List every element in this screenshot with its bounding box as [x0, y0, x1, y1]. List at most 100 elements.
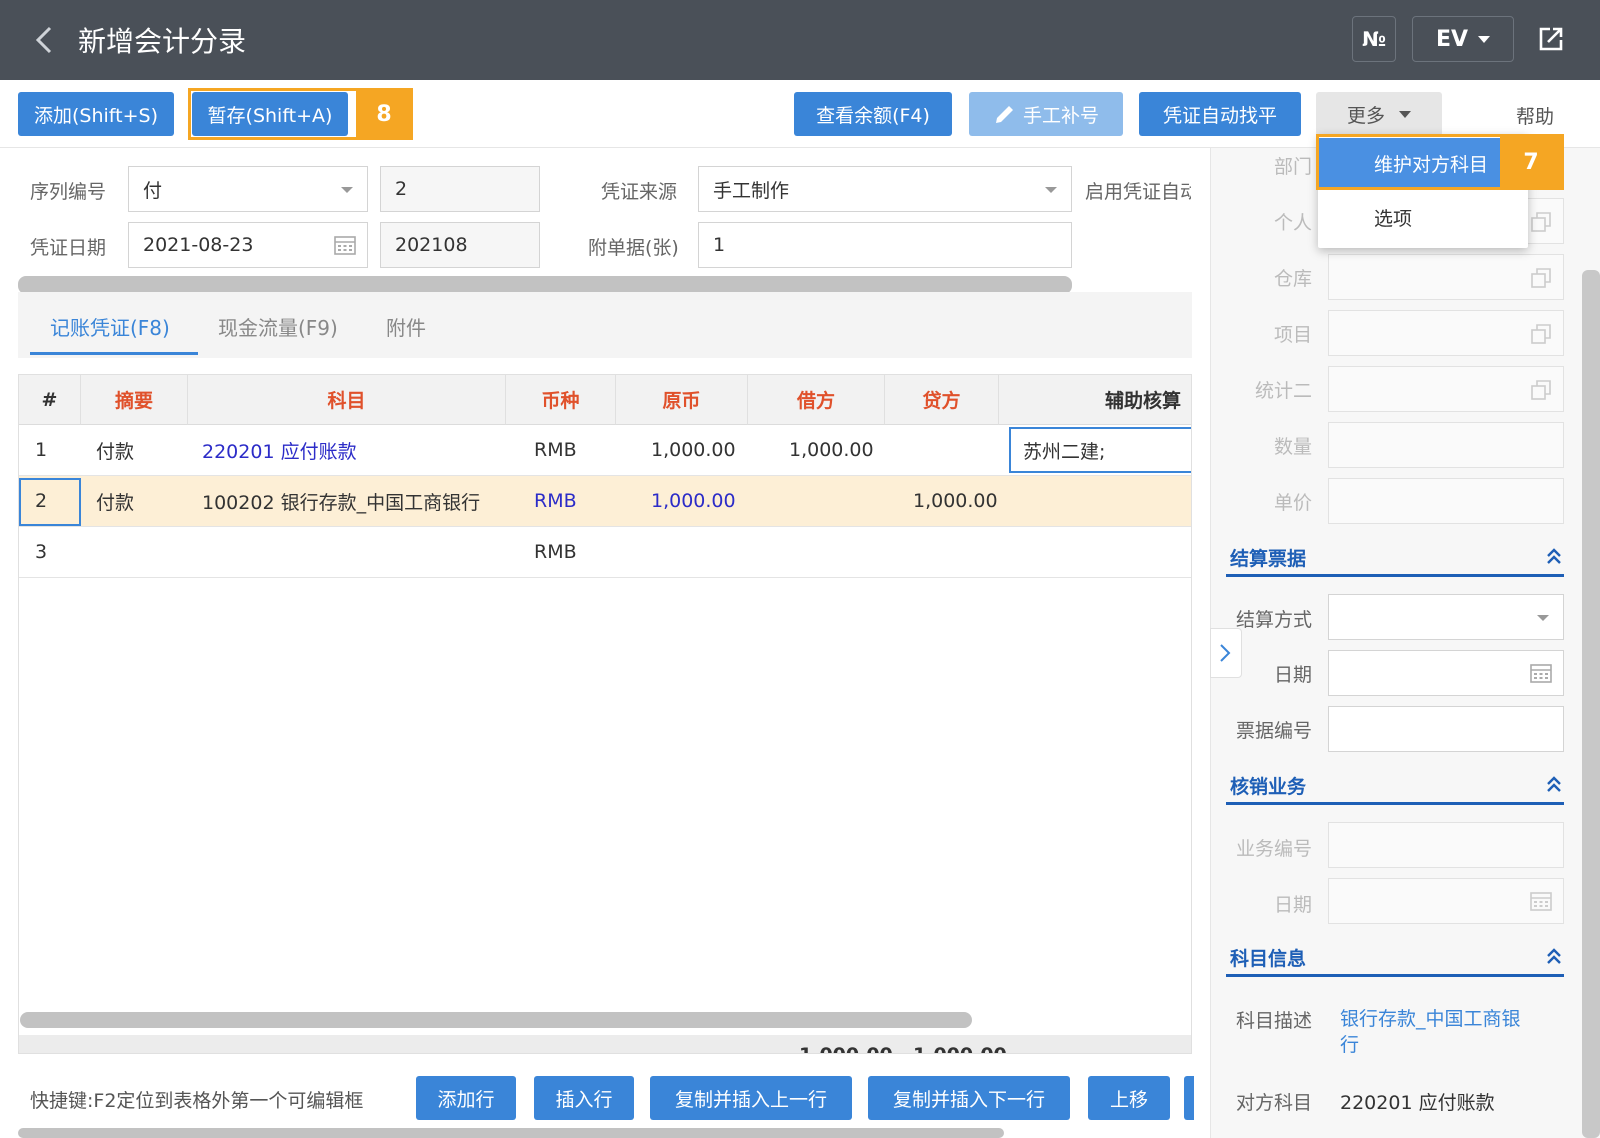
panel-vertical-scrollbar[interactable] — [1582, 270, 1600, 1138]
section-divider — [1226, 574, 1564, 577]
manual-number-label: 手工补号 — [1022, 104, 1099, 127]
tab-cash-flow[interactable]: 现金流量(F9) — [218, 312, 338, 341]
chevron-down-icon — [1399, 110, 1411, 118]
help-link[interactable]: 帮助 — [1516, 102, 1554, 129]
tab-attachments[interactable]: 附件 — [386, 312, 426, 341]
number-button[interactable]: № — [1352, 16, 1396, 62]
section-divider — [1226, 802, 1564, 805]
source-value: 手工制作 — [713, 179, 790, 202]
account-cell[interactable]: 100202 银行存款_中国工商银行 — [202, 476, 480, 526]
attachment-count-field[interactable]: 1 — [698, 222, 1072, 268]
calendar-icon[interactable] — [1529, 890, 1553, 912]
settlement-section-title: 结算票据 — [1230, 548, 1307, 570]
sequence-value: 付 — [143, 179, 163, 202]
currency-cell[interactable]: RMB — [534, 476, 577, 526]
settle-date-label: 日期 — [1273, 664, 1312, 686]
date-label: 凭证日期 — [30, 237, 107, 259]
auto-balance-button[interactable]: 凭证自动找平 — [1139, 92, 1301, 136]
quantity-label: 数量 — [1273, 436, 1312, 458]
stat2-label: 统计二 — [1254, 380, 1312, 402]
credit-cell[interactable]: 1,000.00 — [913, 476, 998, 526]
page-horizontal-scrollbar[interactable] — [18, 1128, 1004, 1138]
source-select[interactable]: 手工制作 — [698, 166, 1072, 212]
enable-auto-label: 启用凭证自动 — [1085, 181, 1191, 203]
auxiliary-cell[interactable]: 苏州二建; — [1023, 425, 1105, 475]
move-up-button[interactable]: 上移 — [1088, 1076, 1170, 1120]
column-header-credit: 贷方 — [885, 375, 999, 425]
ev-dropdown[interactable]: EV — [1412, 16, 1514, 62]
summary-cell[interactable]: 付款 — [96, 425, 134, 475]
more-dropdown[interactable]: 更多 — [1316, 92, 1442, 136]
project-label: 项目 — [1273, 324, 1312, 346]
writeoff-date-label: 日期 — [1273, 894, 1312, 916]
pencil-icon — [995, 106, 1013, 123]
sequence-select[interactable]: 付 — [128, 166, 368, 212]
sequence-number-field[interactable]: 2 — [380, 166, 540, 212]
check-balance-button[interactable]: 查看余额(F4) — [794, 92, 952, 136]
column-header-currency: 币种 — [506, 375, 616, 425]
copy-icon[interactable] — [1529, 266, 1553, 290]
row-number-focus — [19, 478, 81, 526]
summary-cell[interactable]: 付款 — [96, 476, 134, 526]
quantity-field[interactable] — [1328, 422, 1564, 468]
table-row-selected[interactable]: 2 付款 100202 银行存款_中国工商银行 RMB 1,000.00 1,0… — [19, 476, 1191, 527]
price-field[interactable] — [1328, 478, 1564, 524]
app-window: 新增会计分录 № EV 添加(Shift+S) 暂存(Shift+A) 查看余额… — [0, 0, 1600, 1138]
back-icon[interactable] — [30, 24, 58, 56]
manual-number-button[interactable]: 手工补号 — [969, 92, 1123, 136]
external-link-icon[interactable] — [1536, 24, 1566, 54]
copy-insert-above-button[interactable]: 复制并插入上一行 — [650, 1076, 852, 1120]
counter-account-value: 220201 应付账款 — [1340, 1092, 1495, 1114]
warehouse-field[interactable] — [1328, 254, 1564, 300]
page-title: 新增会计分录 — [78, 25, 247, 58]
settle-method-label: 结算方式 — [1235, 609, 1312, 631]
add-row-button[interactable]: 添加行 — [416, 1076, 516, 1120]
business-number-field[interactable] — [1328, 822, 1564, 868]
writeoff-date-field[interactable] — [1328, 878, 1564, 924]
dept-label: 部门 — [1273, 156, 1312, 178]
double-chevron-up-icon[interactable] — [1544, 546, 1564, 566]
project-field[interactable] — [1328, 310, 1564, 356]
original-cell[interactable]: 1,000.00 — [651, 476, 736, 526]
tab-bar: 记账凭证(F8) 现金流量(F9) 附件 — [18, 292, 1192, 358]
copy-icon[interactable] — [1529, 210, 1553, 234]
account-cell[interactable]: 220201 应付账款 — [202, 425, 357, 475]
original-cell[interactable]: 1,000.00 — [651, 425, 736, 475]
date-field[interactable]: 2021-08-23 — [128, 222, 368, 268]
tab-voucher[interactable]: 记账凭证(F8) — [50, 312, 170, 341]
date-value: 2021-08-23 — [143, 234, 254, 256]
title-bar: 新增会计分录 № EV — [0, 0, 1600, 80]
bill-number-label: 票据编号 — [1235, 720, 1312, 742]
debit-cell[interactable]: 1,000.00 — [789, 425, 874, 475]
row-number: 2 — [35, 490, 48, 512]
column-header-summary: 摘要 — [81, 375, 188, 425]
table-horizontal-scrollbar[interactable] — [20, 1012, 972, 1028]
currency-cell[interactable]: RMB — [534, 425, 577, 475]
sequence-label: 序列编号 — [30, 181, 107, 203]
currency-cell[interactable]: RMB — [534, 527, 577, 577]
bill-number-field[interactable] — [1328, 706, 1564, 752]
add-button[interactable]: 添加(Shift+S) — [18, 92, 174, 136]
section-divider — [1226, 974, 1564, 977]
table-row[interactable]: 3 RMB — [19, 527, 1191, 578]
insert-row-button[interactable]: 插入行 — [534, 1076, 634, 1120]
copy-insert-below-button[interactable]: 复制并插入下一行 — [868, 1076, 1070, 1120]
copy-icon[interactable] — [1529, 378, 1553, 402]
settle-date-field[interactable] — [1328, 650, 1564, 696]
callout-7: 7 — [1500, 136, 1562, 188]
double-chevron-up-icon[interactable] — [1544, 946, 1564, 966]
settle-method-select[interactable] — [1328, 594, 1564, 640]
stat2-field[interactable] — [1328, 366, 1564, 412]
price-label: 单价 — [1273, 492, 1312, 514]
table-row[interactable]: 1 付款 220201 应付账款 RMB 1,000.00 1,000.00 苏… — [19, 425, 1191, 476]
calendar-icon[interactable] — [1529, 662, 1553, 684]
calendar-icon[interactable] — [333, 234, 357, 256]
more-row-actions-button[interactable] — [1184, 1076, 1194, 1120]
menu-item-options[interactable]: 选项 — [1318, 192, 1528, 242]
copy-icon[interactable] — [1529, 322, 1553, 346]
row-number: 1 — [35, 439, 48, 461]
double-chevron-up-icon[interactable] — [1544, 774, 1564, 794]
person-label: 个人 — [1273, 212, 1312, 234]
period-field[interactable]: 202108 — [380, 222, 540, 268]
column-header-debit: 借方 — [748, 375, 885, 425]
